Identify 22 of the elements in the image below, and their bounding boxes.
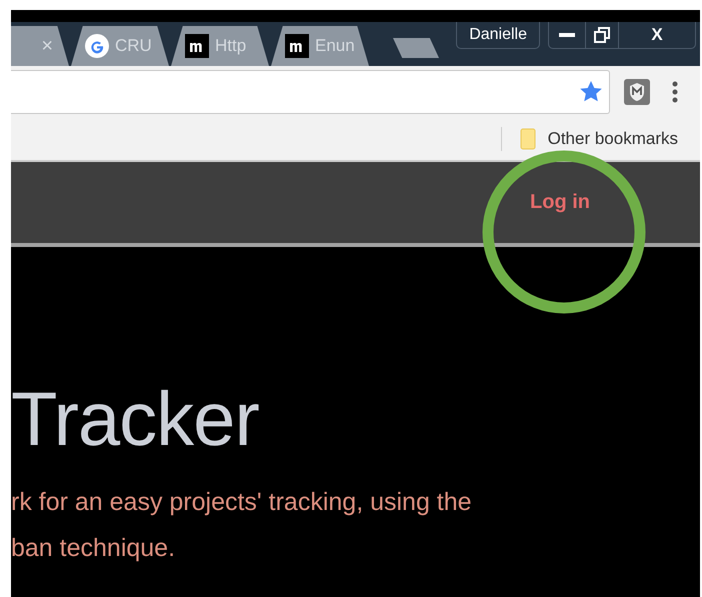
star-icon[interactable]	[579, 80, 603, 104]
m-logo-icon	[285, 34, 309, 58]
tab-title: Http	[215, 36, 246, 56]
profile-button[interactable]: Danielle	[456, 22, 540, 49]
shield-extension-icon[interactable]	[624, 79, 650, 105]
bookmark-folder[interactable]: Other bookmarks	[520, 128, 678, 150]
minimize-icon	[559, 33, 575, 37]
page-title: Tracker	[11, 376, 260, 464]
login-link[interactable]: Log in	[530, 191, 590, 214]
browser-tab[interactable]: Enun	[271, 26, 369, 66]
folder-icon	[520, 128, 536, 150]
close-icon[interactable]: ×	[41, 34, 53, 58]
page-subtitle: rk for an easy projects' tracking, using the ban technique.	[11, 487, 473, 564]
google-icon	[85, 34, 109, 58]
browser-tab[interactable]: CRU	[71, 26, 169, 66]
m-logo-icon	[185, 34, 209, 58]
menu-icon[interactable]	[672, 81, 678, 103]
browser-tab[interactable]: Http	[171, 26, 269, 66]
tab-title: CRU	[115, 36, 152, 56]
restore-icon	[594, 27, 610, 43]
browser-tab[interactable]: ×	[11, 26, 69, 66]
tab-title: Enun	[315, 36, 355, 56]
